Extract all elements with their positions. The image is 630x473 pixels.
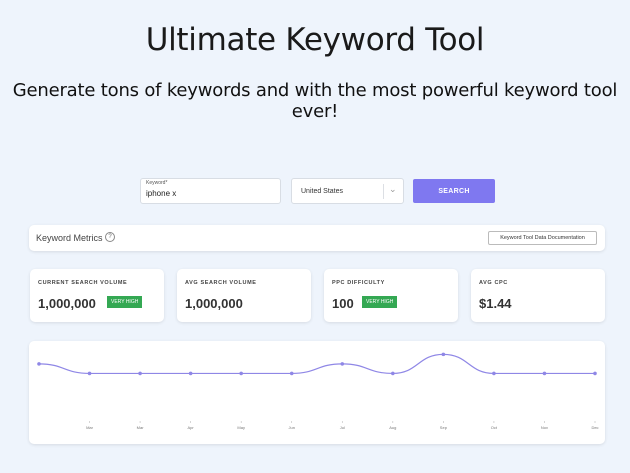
- data-point[interactable]: [87, 371, 92, 376]
- stat-card-avg-cpc: AVG CPC $1.44: [471, 269, 605, 322]
- stat-value: 1,000,000: [185, 296, 243, 311]
- line-chart: Mar Mar Apr May Jun Jul Aug Sep Oct Nov Dec: [37, 352, 599, 430]
- x-tick-label: Dec: [591, 425, 598, 430]
- stat-value: $1.44: [479, 296, 512, 311]
- chevron-down-icon[interactable]: ⌄: [389, 184, 397, 195]
- data-point[interactable]: [441, 352, 446, 357]
- data-point[interactable]: [37, 362, 41, 366]
- data-point[interactable]: [492, 371, 496, 376]
- stat-value: 100: [332, 296, 354, 311]
- data-point[interactable]: [239, 371, 243, 376]
- keyword-value: iphone x: [146, 189, 177, 198]
- page-title: Ultimate Keyword Tool: [145, 22, 485, 58]
- x-tick-label: Nov: [541, 425, 548, 430]
- x-tick-label: Mar: [137, 425, 145, 430]
- stat-card-ppc-difficulty: PPC DIFFICULTY 100 VERY HIGH: [324, 269, 458, 322]
- stat-label: AVG CPC: [479, 280, 508, 286]
- x-tick-label: Aug: [389, 425, 396, 430]
- x-tick-label: Apr: [188, 425, 195, 430]
- x-tick-label: May: [237, 425, 245, 430]
- data-point[interactable]: [542, 371, 547, 376]
- stat-card-avg-search-volume: AVG SEARCH VOLUME 1,000,000: [177, 269, 311, 322]
- page-subtitle: Generate tons of keywords and with the m…: [12, 80, 618, 122]
- x-tick-label: Jun: [289, 425, 295, 430]
- stat-label: CURRENT SEARCH VOLUME: [38, 280, 128, 286]
- x-tick-label: Sep: [440, 425, 448, 430]
- country-value: United States: [301, 188, 344, 195]
- status-badge: VERY HIGH: [107, 296, 143, 308]
- data-point[interactable]: [593, 371, 597, 376]
- country-select[interactable]: United States ⌄: [291, 178, 404, 204]
- stat-label: AVG SEARCH VOLUME: [185, 280, 257, 286]
- status-badge: VERY HIGH: [362, 296, 398, 308]
- keyword-metrics-bar: Keyword Metrics ? Keyword Tool Data Docu…: [29, 225, 605, 251]
- question-circle-icon[interactable]: ?: [105, 232, 115, 242]
- data-point[interactable]: [340, 362, 345, 366]
- data-point[interactable]: [391, 371, 395, 376]
- keyword-metrics-title: Keyword Metrics: [36, 233, 103, 243]
- stat-value: 1,000,000: [38, 296, 96, 311]
- stat-card-current-search-volume: CURRENT SEARCH VOLUME 1,000,000 VERY HIG…: [30, 269, 164, 322]
- keyword-label: Keyword*: [146, 180, 168, 186]
- x-tick-label: Jul: [340, 425, 345, 430]
- select-divider: [383, 184, 384, 199]
- search-button[interactable]: SEARCH: [413, 179, 495, 203]
- x-tick-label: Mar: [86, 425, 94, 430]
- data-point[interactable]: [289, 371, 294, 376]
- documentation-button[interactable]: Keyword Tool Data Documentation: [488, 231, 597, 245]
- x-tick-label: Oct: [491, 425, 498, 430]
- series-line: [38, 353, 595, 375]
- search-volume-chart: Mar Mar Apr May Jun Jul Aug Sep Oct Nov Dec: [29, 341, 605, 444]
- data-point[interactable]: [188, 371, 193, 376]
- data-point[interactable]: [138, 371, 142, 376]
- keyword-input[interactable]: Keyword* iphone x: [140, 178, 281, 204]
- stat-label: PPC DIFFICULTY: [332, 280, 385, 286]
